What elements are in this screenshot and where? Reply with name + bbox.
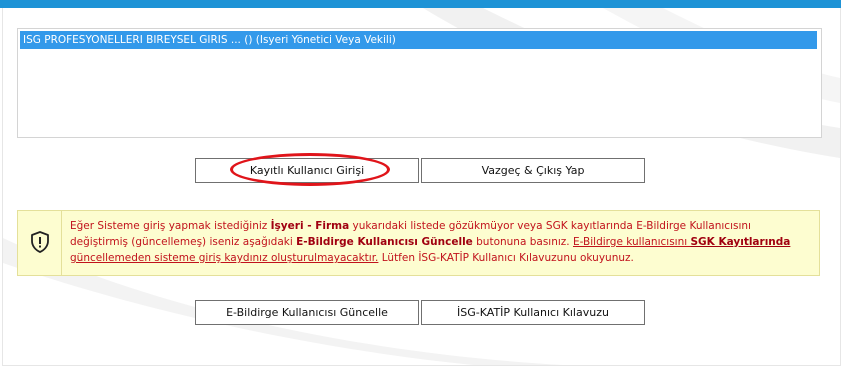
workplace-listbox[interactable]: ISG PROFESYONELLERI BIREYSEL GIRIS ... (…	[17, 28, 822, 138]
user-guide-button[interactable]: İSG-KATİP Kullanıcı Kılavuzu	[421, 300, 645, 325]
notice-underline-2: güncellemeden sisteme giriş kaydınız olu…	[70, 252, 379, 264]
notice-text-1: Eğer Sisteme giriş yapmak istediğiniz	[70, 220, 271, 232]
notice-icon-box	[18, 211, 62, 275]
notice-text: Eğer Sisteme giriş yapmak istediğiniz İş…	[70, 218, 810, 266]
notice-underline-bold: SGK Kayıtlarında	[690, 236, 791, 248]
warning-notice: Eğer Sisteme giriş yapmak istediğiniz İş…	[17, 210, 820, 276]
top-accent-bar	[0, 0, 841, 8]
notice-text-4: Lütfen İSG-KATİP Kullanıcı Kılavuzunu ok…	[378, 252, 634, 264]
ebildirge-update-button[interactable]: E-Bildirge Kullanıcısı Güncelle	[195, 300, 419, 325]
notice-text-3: butonuna basınız.	[472, 236, 573, 248]
list-item[interactable]: ISG PROFESYONELLERI BIREYSEL GIRIS ... (…	[20, 31, 817, 49]
shield-warning-icon	[31, 231, 49, 253]
registered-user-login-button[interactable]: Kayıtlı Kullanıcı Girişi	[195, 158, 419, 183]
notice-bold-firm: İşyeri - Firma	[270, 220, 350, 232]
notice-bold-update: E-Bildirge Kullanıcısı Güncelle	[296, 236, 473, 248]
notice-underline-1: E-Bildirge kullanıcısını	[572, 236, 691, 248]
cancel-exit-button[interactable]: Vazgeç & Çıkış Yap	[421, 158, 645, 183]
